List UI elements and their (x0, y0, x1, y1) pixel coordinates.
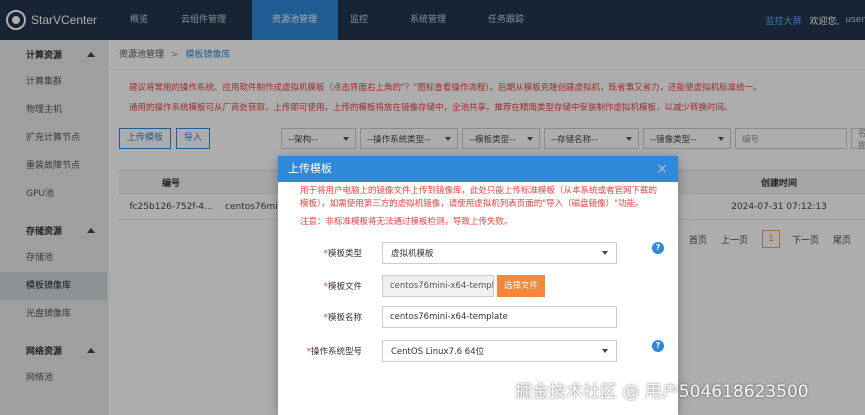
template-type-label: *模板类型 (323, 249, 362, 259)
template-name-input[interactable]: centos76mini-x64-template (382, 306, 617, 328)
chevron-down-icon (602, 349, 608, 353)
dialog-title: 上传模板 (278, 156, 678, 182)
help-icon[interactable]: ? (652, 242, 664, 254)
form-row-os-model: *操作系统型号 CentOS Linux7.6 64位 (278, 340, 617, 362)
form-row-template-type: *模板类型 虚拟机模板 (278, 242, 617, 264)
os-model-select[interactable]: CentOS Linux7.6 64位 (382, 340, 617, 362)
os-model-label: *操作系统型号 (306, 347, 362, 357)
watermark: 掘金技术社区 @ 用户504618623500 (515, 382, 809, 402)
form-row-template-name: *模板名称 centos76mini-x64-template (278, 306, 617, 328)
choose-file-button[interactable]: 选择文件 (497, 275, 546, 297)
close-icon[interactable]: × (656, 162, 668, 176)
template-file-label: *模板文件 (323, 282, 362, 292)
template-name-label: *模板名称 (323, 313, 362, 323)
dialog-description: 用于将用户电脑上的镜像文件上传到镜像库，此处只能上传标准模板（从本系统或者官网下… (300, 186, 658, 209)
chevron-down-icon (602, 251, 608, 255)
dialog-warning: 注意：非标准模板将无法通过模板检测，导致上传失败。 (300, 217, 513, 227)
template-type-field[interactable]: 虚拟机模板 (382, 242, 617, 264)
form-row-template-file: *模板文件 centos76mini-x64-template 选择文件 (278, 275, 546, 297)
help-icon[interactable]: ? (652, 340, 664, 352)
template-file-field: centos76mini-x64-template (382, 275, 494, 297)
